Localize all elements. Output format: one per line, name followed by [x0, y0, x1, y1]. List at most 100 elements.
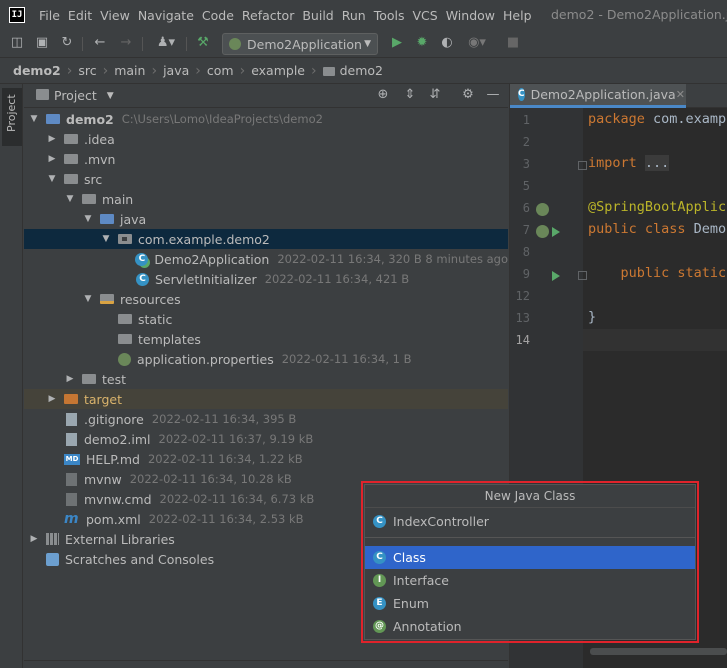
breadcrumb: demo2 › src › main › java › com › exampl… [0, 58, 727, 84]
chevron-down-icon[interactable]: ▼ [28, 114, 40, 124]
tree-item-help-md[interactable]: MD HELP.md 2022-02-11 16:34, 1.22 kB [24, 449, 508, 469]
class-name-field-wrapper: C [365, 507, 695, 535]
kind-option-enum[interactable]: E Enum [365, 592, 695, 615]
spring-bean-gutter-icon[interactable] [536, 225, 549, 238]
tree-item-resources[interactable]: ▼ resources [24, 289, 508, 309]
breadcrumb-com[interactable]: com [207, 63, 234, 78]
run-gutter-icon[interactable] [552, 271, 560, 281]
tree-item-main[interactable]: ▼ main [24, 189, 508, 209]
debug-icon[interactable]: ✹ [413, 34, 431, 52]
menu-build[interactable]: Build [298, 8, 337, 23]
editor-tab-demo2application[interactable]: C Demo2Application.java ✕ [510, 84, 686, 108]
tree-item-demo2application[interactable]: C Demo2Application 2022-02-11 16:34, 320… [24, 249, 508, 269]
menu-file[interactable]: File [35, 8, 64, 23]
chevron-down-icon[interactable]: ▼ [46, 174, 58, 184]
folder-icon [118, 334, 132, 344]
menu-edit[interactable]: Edit [64, 8, 96, 23]
tree-item-label: java [120, 211, 147, 227]
package-icon [118, 234, 132, 244]
menu-help[interactable]: Help [499, 8, 536, 23]
kind-option-annotation[interactable]: @ Annotation [365, 615, 695, 638]
kind-option-class[interactable]: C Class [365, 546, 695, 569]
gear-icon[interactable]: ⚙ [460, 87, 476, 103]
chevron-down-icon[interactable]: ▼ [64, 194, 76, 204]
locate-target-icon[interactable]: ⊕ [375, 87, 391, 103]
tree-item-java[interactable]: ▼ java [24, 209, 508, 229]
chevron-right-icon[interactable]: ▶ [64, 374, 76, 384]
breadcrumb-src[interactable]: src [78, 63, 96, 78]
build-hammer-icon[interactable]: ⚒ [194, 34, 212, 52]
tree-item-gitignore[interactable]: .gitignore 2022-02-11 16:34, 395 B [24, 409, 508, 429]
breadcrumb-demo2-package[interactable]: demo2 [340, 63, 383, 78]
tree-item-target[interactable]: ▶ target [24, 389, 508, 409]
tree-item-demo2[interactable]: ▼ demo2 C:\Users\Lomo\IdeaProjects\demo2 [24, 109, 508, 129]
chevron-right-icon[interactable]: ▶ [46, 394, 58, 404]
chevron-right-icon[interactable]: ▶ [46, 154, 58, 164]
stop-icon[interactable]: ■ [504, 34, 522, 52]
open-folder-icon[interactable]: ◫ [8, 34, 26, 52]
tree-item-meta: 2022-02-11 16:34, 421 B [264, 272, 410, 286]
tree-item-package[interactable]: ▼ com.example.demo2 [24, 229, 508, 249]
run-gutter-icon[interactable] [552, 227, 560, 237]
chevron-right-icon[interactable]: ▶ [28, 534, 40, 544]
menu-tools[interactable]: Tools [370, 8, 409, 23]
toolbar-separator [186, 37, 187, 51]
save-icon[interactable]: ▣ [33, 34, 51, 52]
sync-icon[interactable]: ↻ [58, 34, 76, 52]
breadcrumb-main[interactable]: main [114, 63, 145, 78]
close-icon[interactable]: ✕ [676, 88, 685, 101]
fold-icon[interactable] [578, 161, 587, 170]
tree-item-label: src [84, 171, 103, 187]
forward-arrow-icon[interactable]: → [117, 34, 135, 52]
profile-icon[interactable]: ◉▾ [463, 34, 491, 52]
tree-item-mvn[interactable]: ▶ .mvn [24, 149, 508, 169]
menu-window[interactable]: Window [442, 8, 499, 23]
project-view-label[interactable]: Project [54, 88, 97, 103]
coverage-icon[interactable]: ◐ [438, 34, 456, 52]
tree-item-servletinitializer[interactable]: C ServletInitializer 2022-02-11 16:34, 4… [24, 269, 508, 289]
line-number: 8 [522, 245, 530, 259]
class-name-input[interactable] [393, 514, 663, 529]
fold-icon[interactable] [578, 271, 587, 280]
menu-refactor[interactable]: Refactor [238, 8, 298, 23]
menu-view[interactable]: View [96, 8, 134, 23]
chevron-down-icon[interactable]: ▼ [107, 91, 114, 101]
dialog-title: New Java Class [484, 489, 576, 503]
project-folder-icon [36, 89, 49, 100]
back-arrow-icon[interactable]: ← [91, 34, 109, 52]
tree-item-demo2-iml[interactable]: demo2.iml 2022-02-11 16:37, 9.19 kB [24, 429, 508, 449]
tree-item-static[interactable]: static [24, 309, 508, 329]
horizontal-scrollbar[interactable] [590, 648, 727, 655]
chevron-right-icon[interactable]: ▶ [46, 134, 58, 144]
project-tool-window-tab[interactable]: Project [2, 88, 22, 146]
chevron-down-icon[interactable]: ▼ [82, 294, 94, 304]
menu-vcs[interactable]: VCS [409, 8, 442, 23]
project-tab-label: Project [5, 94, 18, 132]
chevron-down-icon[interactable]: ▼ [82, 214, 94, 224]
chevron-down-icon[interactable]: ▼ [100, 234, 112, 244]
kind-option-interface[interactable]: I Interface [365, 569, 695, 592]
spring-bean-gutter-icon[interactable] [536, 203, 549, 216]
expand-all-icon[interactable]: ⇕ [402, 87, 418, 103]
user-dropdown-icon[interactable]: ♟▾ [152, 34, 180, 52]
breadcrumb-example[interactable]: example [251, 63, 305, 78]
breadcrumb-separator: › [311, 62, 317, 79]
collapse-all-icon[interactable]: ⇵ [427, 87, 443, 103]
tree-item-src[interactable]: ▼ src [24, 169, 508, 189]
tree-item-test[interactable]: ▶ test [24, 369, 508, 389]
tree-item-templates[interactable]: templates [24, 329, 508, 349]
code-line-9: public static [620, 265, 727, 281]
tree-item-application-properties[interactable]: application.properties 2022-02-11 16:34,… [24, 349, 508, 369]
run-icon[interactable]: ▶ [388, 34, 406, 52]
hide-panel-icon[interactable]: — [485, 87, 501, 103]
breadcrumb-demo2[interactable]: demo2 [13, 63, 61, 78]
menu-run[interactable]: Run [338, 8, 370, 23]
menu-navigate[interactable]: Navigate [134, 8, 198, 23]
tree-item-idea[interactable]: ▶ .idea [24, 129, 508, 149]
breadcrumb-separator: › [102, 62, 109, 79]
tree-item-label: main [102, 191, 134, 207]
tree-item-label: ServletInitializer [155, 271, 257, 287]
breadcrumb-java[interactable]: java [163, 63, 189, 78]
menu-code[interactable]: Code [198, 8, 238, 23]
run-configuration-select[interactable]: Demo2Application ▼ [222, 33, 378, 55]
